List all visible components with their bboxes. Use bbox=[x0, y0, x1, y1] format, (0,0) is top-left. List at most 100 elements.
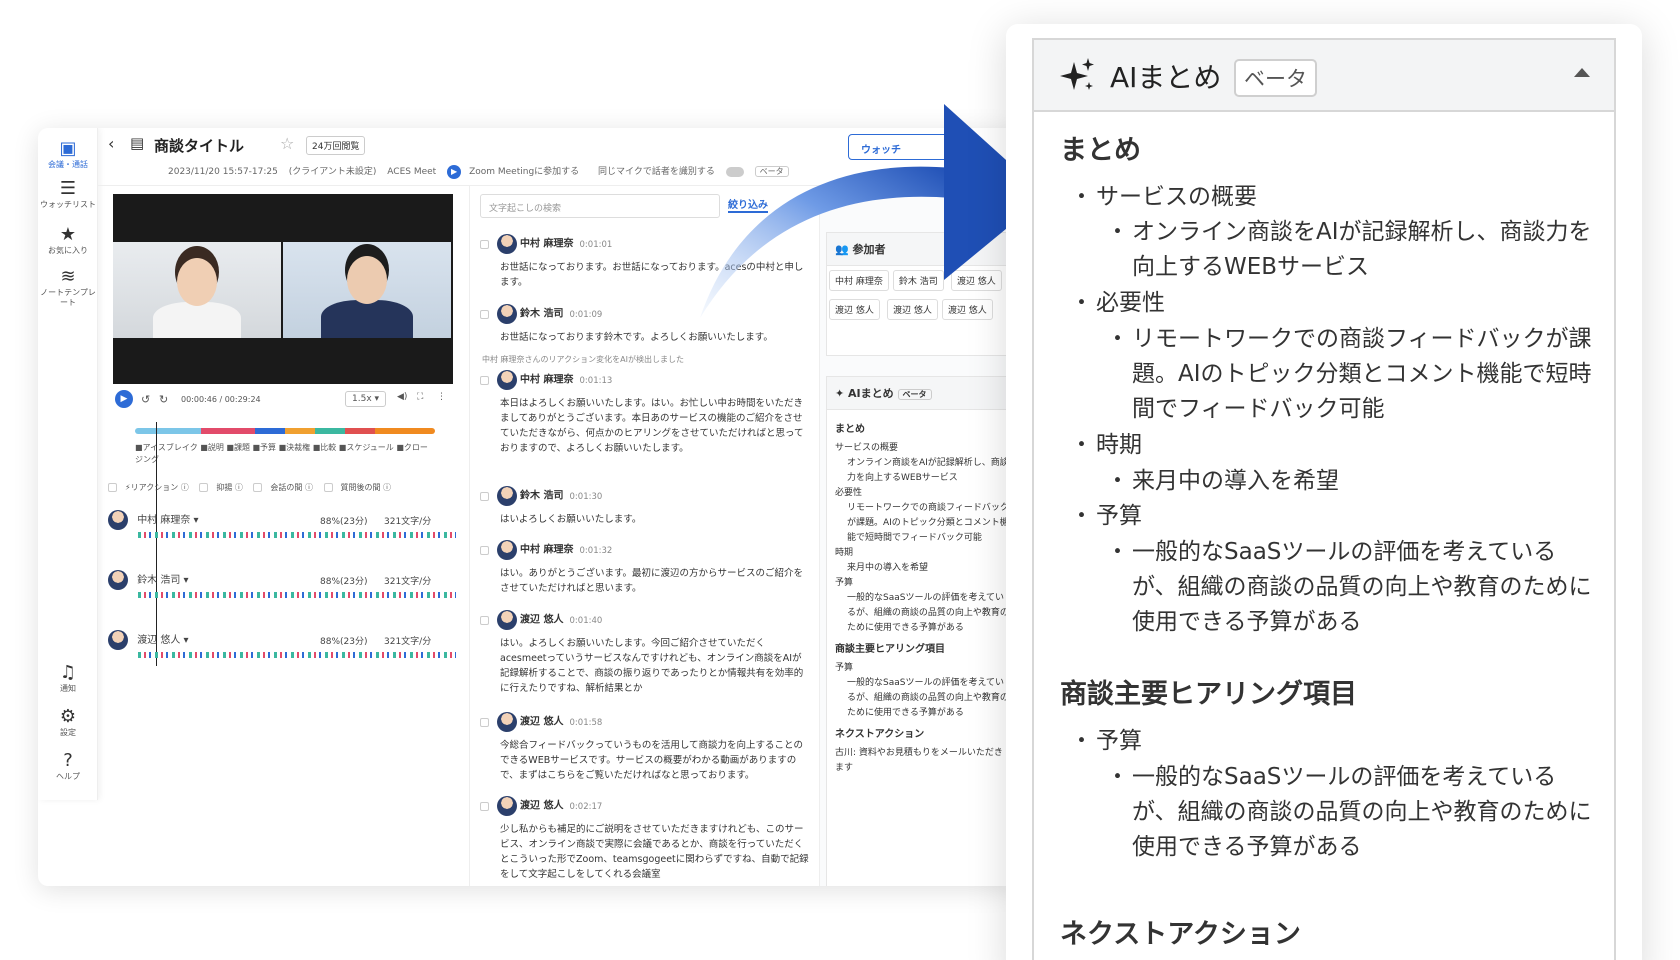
gear-icon: ⚙ bbox=[59, 706, 77, 727]
transcript-entry[interactable]: 鈴木 浩司 0:01:30 はいよろしくお願いいたします。 bbox=[480, 486, 810, 527]
speech-bar bbox=[138, 652, 456, 658]
volume-icon[interactable]: ◀) bbox=[397, 392, 407, 402]
entry-checkbox[interactable] bbox=[480, 717, 489, 727]
favorite-star-icon[interactable]: ☆ bbox=[280, 134, 294, 153]
more-icon[interactable]: ⋮ bbox=[437, 392, 446, 402]
transcript-entry[interactable]: 渡辺 悠人 0:01:58 今総合フィードバックっていうものを活用して商談力を向上す… bbox=[480, 712, 810, 783]
meeting-tag: ACES Meet bbox=[387, 167, 437, 177]
zoom-icon: ▶ bbox=[447, 164, 462, 179]
mic-identify-label: 同じマイクで話者を識別する bbox=[598, 167, 715, 177]
meeting-meta: 2023/11/20 15:57-17:25 (クライアント未設定) ACES … bbox=[168, 164, 797, 179]
ai-summary-panel: AIまとめ ベータ まとめ サービスの概要 オンライン商談をAIが記録解析し、商… bbox=[1032, 38, 1616, 960]
ai-summary-title: AIまとめ bbox=[1110, 61, 1222, 94]
participant-chip[interactable]: 渡辺 悠人 bbox=[887, 299, 938, 320]
speech-bar bbox=[138, 532, 456, 538]
participant-chip[interactable]: 鈴木 浩司 bbox=[892, 270, 944, 291]
calendar-icon: ▣ bbox=[59, 138, 77, 159]
document-icon: ▤ bbox=[130, 134, 145, 152]
transcript-search-input[interactable]: 文字起こしの検索 bbox=[480, 194, 720, 218]
avatar bbox=[497, 234, 517, 254]
zoom-join-link[interactable]: ▶ Zoom Meetingに参加する bbox=[447, 164, 587, 179]
filter-checkbox[interactable] bbox=[199, 483, 209, 492]
participant-chip[interactable]: 中村 麻理奈 bbox=[829, 270, 889, 291]
fullscreen-icon[interactable]: ⛶ bbox=[417, 392, 423, 402]
rail-templates[interactable]: ≋ ノートテンプレート bbox=[38, 266, 98, 308]
participants-title: 👥 参加者 bbox=[827, 233, 1018, 266]
avatar bbox=[497, 304, 517, 324]
entry-checkbox[interactable] bbox=[480, 491, 489, 501]
mic-identify-toggle[interactable] bbox=[725, 166, 744, 177]
summary-item-label: サービスの概要 bbox=[1070, 180, 1257, 215]
filter-checkbox[interactable] bbox=[108, 483, 117, 492]
client-label[interactable]: (クライアント未設定) bbox=[289, 167, 377, 177]
meeting-title: 商談タイトル bbox=[154, 137, 245, 155]
entry-checkbox[interactable] bbox=[480, 615, 489, 625]
transcript-entry[interactable]: 鈴木 浩司 0:01:09 お世話になっております鈴木です。よろしくお願いいたします… bbox=[480, 304, 810, 345]
help-icon: ? bbox=[63, 750, 73, 771]
entry-checkbox[interactable] bbox=[480, 239, 489, 249]
summary-item-detail: 来月中の導入を希望 bbox=[1106, 464, 1592, 499]
back-icon[interactable]: ‹ bbox=[108, 134, 114, 153]
topic-timeline[interactable] bbox=[135, 428, 435, 434]
avatar bbox=[497, 486, 517, 506]
video-player[interactable] bbox=[113, 194, 453, 384]
participants-box: 👥 参加者 中村 麻理奈 鈴木 浩司 渡辺 悠人渡辺 悠人 渡辺 悠人 渡辺 悠人 bbox=[826, 232, 1018, 356]
avatar bbox=[108, 630, 128, 650]
narrow-filter-button[interactable]: 絞り込み bbox=[728, 196, 768, 213]
video-participant-2 bbox=[283, 242, 451, 338]
filter-checkbox[interactable] bbox=[253, 483, 263, 492]
forward-icon[interactable]: ↻ bbox=[159, 393, 168, 406]
transcript-entry[interactable]: 渡辺 悠人 0:02:17 少し私からも補足的にご説明をさせていただきますけれども、… bbox=[480, 796, 810, 882]
participant-chip[interactable]: 渡辺 悠人 bbox=[941, 299, 993, 320]
summary-item-detail: リモートワークでの商談フィードバックが課題。AIのトピック分類とコメント機能で短… bbox=[1106, 322, 1592, 427]
play-icon[interactable]: ▶ bbox=[115, 390, 133, 408]
bell-icon: ♫ bbox=[59, 662, 77, 683]
mini-summary-title: ✦ AIまとめ ベータ bbox=[827, 377, 1018, 410]
beta-badge: ベータ bbox=[1234, 59, 1317, 97]
avatar bbox=[497, 610, 517, 630]
rail-favorites[interactable]: ★ お気に入り bbox=[38, 224, 98, 256]
summary-item-label: 予算 bbox=[1070, 499, 1142, 534]
beta-badge: ベータ bbox=[754, 166, 789, 177]
rewind-icon[interactable]: ↺ bbox=[141, 393, 150, 406]
entry-checkbox[interactable] bbox=[480, 375, 489, 385]
ai-summary-card: AIまとめ ベータ まとめ サービスの概要 オンライン商談をAIが記録解析し、商… bbox=[1006, 24, 1642, 960]
reaction-notice: 中村 麻理奈さんのリアクション変化をAIが検出しました bbox=[482, 355, 684, 364]
ai-summary-header[interactable]: AIまとめ ベータ bbox=[1034, 40, 1614, 112]
video-participant-1 bbox=[113, 242, 281, 338]
section-next-action-heading: ネクストアクション bbox=[1060, 919, 1301, 950]
avatar bbox=[497, 370, 517, 390]
watch-button[interactable]: ウォッチ bbox=[848, 134, 968, 160]
hearing-item-label: 予算 bbox=[1070, 724, 1142, 759]
entry-checkbox[interactable] bbox=[480, 309, 489, 319]
star-icon: ★ bbox=[59, 224, 77, 245]
list-icon: ☰ bbox=[59, 178, 77, 199]
transcript-entry[interactable]: 渡辺 悠人 0:01:40 はい。よろしくお願いいたします。今回ご紹介させていただく… bbox=[480, 610, 810, 696]
speech-bar bbox=[138, 592, 456, 598]
participant-chip[interactable]: 渡辺 悠人 bbox=[829, 299, 880, 320]
speaker-row[interactable]: 渡辺 悠人 ▾ 88%(23分) 321文字/分 bbox=[108, 630, 458, 680]
avatar bbox=[497, 540, 517, 560]
right-sidebar: 👥 参加者 中村 麻理奈 鈴木 浩司 渡辺 悠人渡辺 悠人 渡辺 悠人 渡辺 悠人 … bbox=[820, 186, 1018, 886]
analysis-filters: ⚡リアクション ⓘ 抑揚 ⓘ 会話の間 ⓘ 質問後の間 ⓘ bbox=[108, 482, 458, 493]
topic-legend: ■アイスブレイク ■説明 ■課題 ■予算 ■決裁権 ■比較 ■スケジュール ■ク… bbox=[135, 443, 428, 464]
speaker-row[interactable]: 鈴木 浩司 ▾ 88%(23分) 321文字/分 bbox=[108, 570, 458, 620]
transcript-entry[interactable]: 中村 麻理奈 0:01:32 はい。ありがとうございます。最初に渡辺の方からサービス… bbox=[480, 540, 810, 596]
summary-item-detail: オンライン商談をAIが記録解析し、商談力を向上するWEBサービス bbox=[1106, 215, 1592, 285]
rail-watchlist[interactable]: ☰ ウォッチリスト bbox=[38, 178, 98, 210]
collapse-caret-icon[interactable] bbox=[1574, 68, 1590, 77]
rail-meetings[interactable]: ▣ 会議・通話 bbox=[38, 138, 98, 170]
speed-select[interactable]: 1.5x ▾ bbox=[345, 391, 387, 407]
filter-checkbox[interactable] bbox=[323, 483, 333, 492]
entry-checkbox[interactable] bbox=[480, 801, 489, 811]
transcript-entry[interactable]: 中村 麻理奈 0:01:01 お世話になっております。お世話になっております。ace… bbox=[480, 234, 810, 290]
hearing-item-detail: 一般的なSaaSツールの評価を考えているが、組織の商談の品質の向上や教育のために… bbox=[1106, 760, 1592, 865]
rail-settings[interactable]: ⚙ 設定 bbox=[38, 706, 98, 738]
entry-checkbox[interactable] bbox=[480, 545, 489, 555]
speaker-row[interactable]: 中村 麻理奈 ▾ 88%(23分) 321文字/分 bbox=[108, 510, 458, 560]
rail-notifications[interactable]: ♫ 通知 bbox=[38, 662, 98, 694]
view-count-badge: 24万回閲覧 bbox=[306, 136, 366, 155]
participant-chip[interactable]: 渡辺 悠人 bbox=[950, 270, 1002, 291]
transcript-entry[interactable]: 中村 麻理奈 0:01:13 本日はよろしくお願いいたします。はい。お忙しい中お時間… bbox=[480, 370, 810, 456]
rail-help[interactable]: ? ヘルプ bbox=[38, 750, 98, 782]
